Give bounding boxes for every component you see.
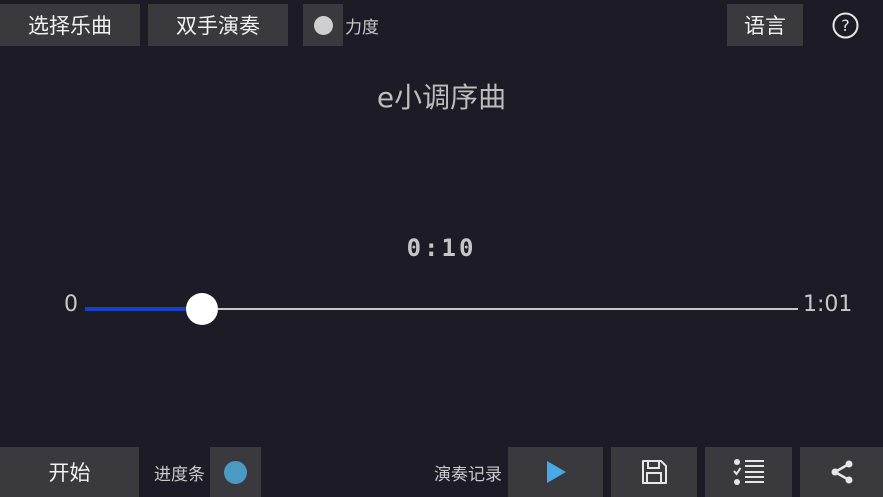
play-button[interactable] <box>508 447 603 497</box>
toggle-knob-icon <box>313 15 333 35</box>
progress-slider-fill <box>85 307 202 311</box>
play-icon <box>546 461 566 483</box>
progress-bar-label: 进度条 <box>154 464 205 485</box>
checklist-icon <box>732 459 764 485</box>
share-button[interactable] <box>800 447 883 497</box>
progress-slider-thumb[interactable] <box>186 293 218 325</box>
two-hands-button[interactable]: 双手演奏 <box>148 4 288 46</box>
song-title: e小调序曲 <box>376 81 507 114</box>
start-button[interactable]: 开始 <box>0 447 139 497</box>
records-label: 演奏记录 <box>434 464 502 485</box>
slider-min-label: 0 <box>64 292 78 317</box>
select-song-button[interactable]: 选择乐曲 <box>0 4 140 46</box>
question-circle-icon: ? <box>832 12 859 39</box>
help-button[interactable]: ? <box>832 12 859 39</box>
save-button[interactable] <box>611 447 697 497</box>
progress-bar-toggle[interactable] <box>210 447 261 497</box>
toggle-knob-icon <box>224 460 247 484</box>
svg-text:?: ? <box>841 16 850 35</box>
progress-slider[interactable] <box>85 293 798 325</box>
records-list-button[interactable] <box>705 447 792 497</box>
share-icon <box>831 460 852 484</box>
dynamics-toggle[interactable] <box>303 4 343 46</box>
dynamics-label: 力度 <box>345 17 379 38</box>
language-button[interactable]: 语言 <box>727 4 803 46</box>
slider-max-label: 1:01 <box>803 292 853 317</box>
save-icon <box>642 460 667 484</box>
current-time: 0:10 <box>406 234 477 262</box>
